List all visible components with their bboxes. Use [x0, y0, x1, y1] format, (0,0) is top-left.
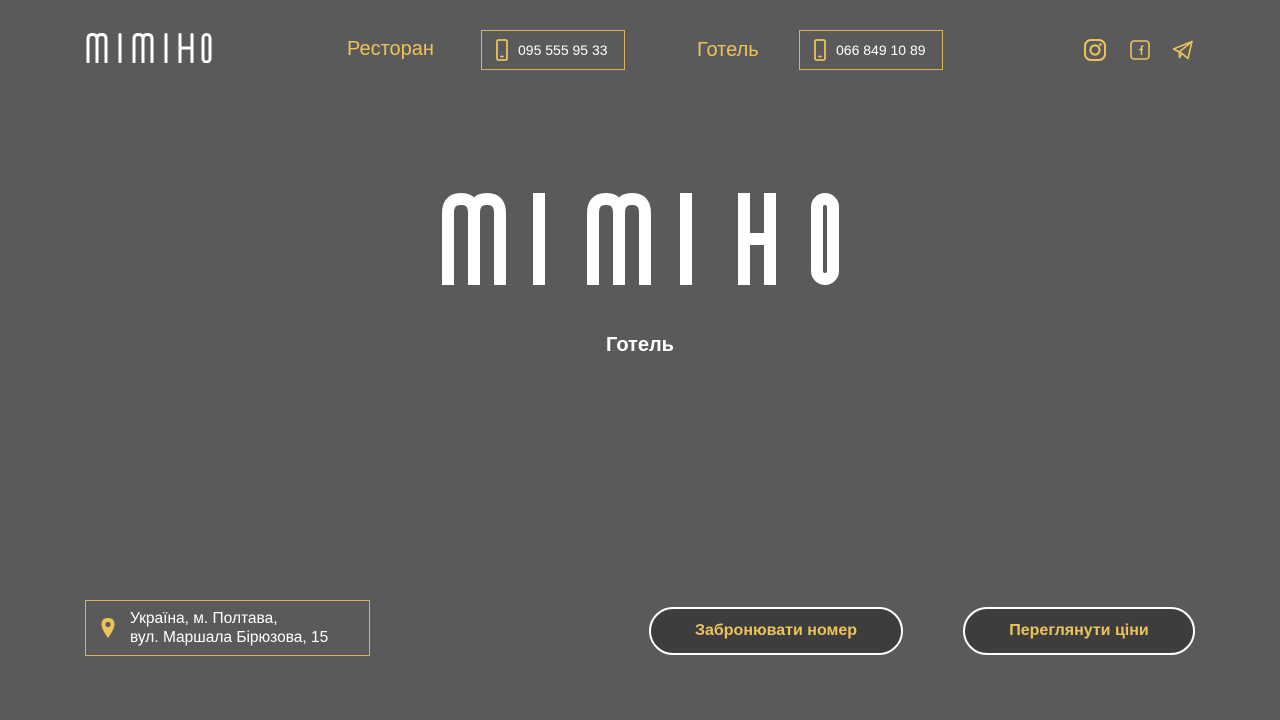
facebook-link[interactable] [1127, 37, 1153, 63]
hotel-phone-number: 066 849 10 89 [836, 42, 926, 58]
page: Ресторан 095 555 95 33 Готель 066 849 10… [0, 0, 1280, 720]
view-prices-button[interactable]: Переглянути ціни [963, 607, 1195, 655]
facebook-icon [1130, 40, 1150, 60]
phone-icon [496, 39, 508, 61]
book-room-button[interactable]: Забронювати номер [649, 607, 903, 655]
address-line-1: Україна, м. Полтава, [130, 610, 278, 627]
telegram-link[interactable] [1170, 37, 1196, 63]
nav-hotel-link[interactable]: Готель [697, 38, 759, 62]
hero-logo [442, 193, 839, 285]
instagram-icon [1084, 39, 1106, 61]
telegram-icon [1172, 40, 1193, 60]
hotel-phone-button[interactable]: 066 849 10 89 [799, 30, 943, 70]
header-logo[interactable] [86, 33, 212, 63]
address-text: Україна, м. Полтава, вул. Маршала Бірюзо… [130, 609, 328, 647]
address-box: Україна, м. Полтава, вул. Маршала Бірюзо… [85, 600, 370, 656]
location-pin-icon [101, 618, 115, 638]
nav-restaurant-link[interactable]: Ресторан [347, 37, 434, 61]
hero-subtitle: Готель [606, 334, 674, 356]
restaurant-phone-number: 095 555 95 33 [518, 42, 608, 58]
restaurant-phone-button[interactable]: 095 555 95 33 [481, 30, 625, 70]
instagram-link[interactable] [1082, 37, 1108, 63]
phone-icon [814, 39, 826, 61]
address-line-2: вул. Маршала Бірюзова, 15 [130, 629, 329, 646]
